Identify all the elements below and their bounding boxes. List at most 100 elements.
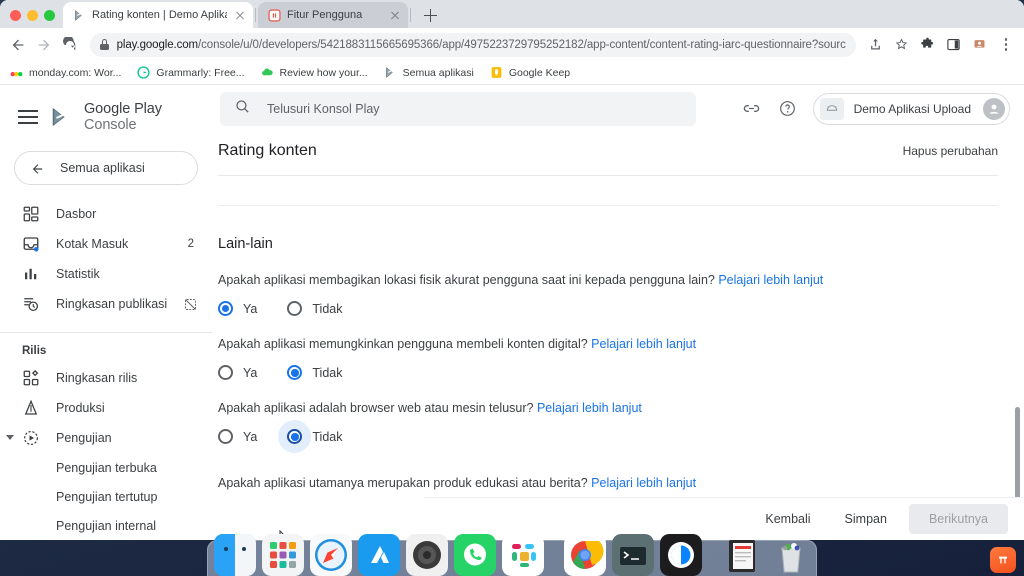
browser-toolbar: play.google.com/console/u/0/developers/5… — [0, 28, 1024, 61]
question-text: Apakah aplikasi adalah browser web atau … — [218, 401, 534, 416]
xcode-icon[interactable] — [358, 534, 400, 576]
radio-button[interactable] — [218, 365, 233, 381]
clear-changes-button[interactable]: Hapus perubahan — [903, 144, 998, 158]
recorder-app-icon[interactable] — [990, 547, 1016, 573]
learn-more-link[interactable]: Pelajari lebih lanjut — [718, 273, 823, 287]
finder-icon[interactable] — [214, 534, 256, 576]
app-name-label: Demo Aplikasi Upload — [853, 101, 971, 116]
link-icon[interactable] — [741, 98, 763, 120]
maximize-window-button[interactable] — [44, 10, 55, 21]
radio-option-ya[interactable]: Ya — [218, 365, 257, 381]
reload-icon[interactable] — [58, 32, 82, 58]
sidebar-item-pengujian-terbuka[interactable]: Pengujian terbuka — [0, 453, 212, 482]
top-bar: Telusuri Konsol Play Demo Aplikasi Uploa… — [212, 85, 1024, 132]
sidebar-item-dasbor[interactable]: Dasbor — [0, 199, 212, 229]
bookmark-item[interactable]: Review how your... — [261, 66, 368, 79]
radio-button[interactable] — [218, 301, 233, 317]
answer-group-3: Ya Tidak — [218, 420, 998, 454]
learn-more-link[interactable]: Pelajari lebih lanjut — [591, 476, 696, 490]
search-input[interactable]: Telusuri Konsol Play — [220, 91, 696, 126]
share-icon[interactable] — [864, 33, 888, 57]
bookmark-label: Semua aplikasi — [402, 66, 474, 79]
sidebar-item-label: Produksi — [56, 401, 105, 415]
app-selector-chip[interactable]: Demo Aplikasi Upload — [812, 92, 1010, 125]
sidebar-item-pengujian[interactable]: Pengujian — [0, 423, 212, 453]
grammarly-icon — [137, 66, 151, 79]
radio-button[interactable] — [287, 301, 303, 317]
bookmark-star-icon[interactable] — [890, 33, 914, 57]
slack-icon[interactable] — [502, 534, 544, 576]
sidebar-item-kotak-masuk[interactable]: Kotak Masuk 2 — [0, 229, 212, 259]
radio-button[interactable] — [287, 365, 303, 381]
sidebar-item-statistik[interactable]: Statistik — [0, 259, 212, 289]
question-text: Apakah aplikasi utamanya merupakan produ… — [218, 476, 588, 491]
forward-icon[interactable] — [32, 32, 56, 58]
close-window-button[interactable] — [10, 10, 21, 21]
scrollable-content[interactable]: Rating konten Hapus perubahan Lain-lain … — [212, 132, 1024, 540]
all-apps-button[interactable]: Semua aplikasi — [14, 151, 198, 185]
learn-more-link[interactable]: Pelajari lebih lanjut — [591, 337, 696, 351]
monday-icon — [10, 66, 23, 79]
launchpad-icon[interactable] — [262, 534, 304, 576]
chevron-down-icon[interactable] — [6, 435, 14, 440]
production-icon — [22, 399, 40, 417]
radio-label: Tidak — [312, 429, 343, 444]
new-tab-button[interactable] — [417, 2, 443, 28]
testing-icon — [22, 429, 40, 447]
release-overview-icon — [22, 369, 40, 387]
radio-button[interactable] — [218, 429, 233, 445]
trash-icon[interactable] — [770, 534, 812, 576]
app-store-dark-icon[interactable] — [406, 534, 448, 576]
bookmark-item[interactable]: Grammarly: Free... — [137, 66, 245, 79]
radio-option-ya[interactable]: Ya — [218, 429, 257, 445]
side-panel-icon[interactable] — [942, 33, 966, 57]
terminal-icon[interactable] — [612, 534, 654, 576]
sidebar-item-pengujian-tertutup[interactable]: Pengujian tertutup — [0, 482, 212, 511]
safari-icon[interactable] — [310, 534, 352, 576]
bookmark-item[interactable]: monday.com: Wor... — [10, 66, 121, 79]
google-keep-icon — [490, 66, 503, 79]
radio-option-tidak[interactable]: Tidak — [278, 420, 343, 454]
sidebar-item-ringkasan-publikasi[interactable]: Ringkasan publikasi — [0, 289, 212, 319]
google-play-logo-icon — [50, 106, 72, 128]
browser-tab-inactive[interactable]: Fitur Pengguna — [258, 2, 408, 28]
sidebar-item-ringkasan-rilis[interactable]: Ringkasan rilis — [0, 363, 212, 393]
publishing-paused-icon — [183, 297, 198, 312]
browser-tab-active[interactable]: Rating konten | Demo Aplikasi — [63, 2, 253, 28]
hamburger-menu-icon[interactable] — [18, 110, 38, 124]
sidebar-subitem-label: Pengujian internal — [56, 518, 157, 533]
close-tab-button[interactable] — [233, 8, 247, 22]
profile-icon[interactable] — [968, 33, 992, 57]
save-button[interactable]: Simpan — [833, 505, 899, 533]
chrome-icon[interactable] — [564, 534, 606, 576]
notes-stack-icon[interactable] — [722, 534, 764, 576]
avatar[interactable] — [983, 97, 1005, 120]
close-tab-button[interactable] — [388, 8, 402, 22]
radio-option-tidak[interactable]: Tidak — [287, 365, 342, 381]
radio-option-tidak[interactable]: Tidak — [287, 301, 342, 317]
whatsapp-icon[interactable] — [454, 534, 496, 576]
bookmark-item[interactable]: Google Keep — [490, 66, 570, 79]
sidebar-item-label: Ringkasan rilis — [56, 371, 138, 385]
play-console-icon — [73, 9, 86, 22]
app-icon — [268, 9, 281, 22]
bookmark-item[interactable]: Semua aplikasi — [384, 66, 474, 79]
extensions-puzzle-icon[interactable] — [916, 33, 940, 57]
radio-option-ya[interactable]: Ya — [218, 301, 257, 317]
help-circle-icon[interactable] — [777, 98, 799, 120]
arrow-left-icon — [29, 162, 46, 174]
sidebar-item-produksi[interactable]: Produksi — [0, 393, 212, 423]
question-2: Apakah aplikasi memungkinkan pengguna me… — [218, 335, 998, 353]
back-button[interactable]: Kembali — [753, 505, 822, 533]
window-controls[interactable] — [8, 10, 63, 28]
sidebar-item-label: Statistik — [56, 267, 100, 281]
back-icon[interactable] — [6, 32, 30, 58]
preview-icon[interactable] — [660, 534, 702, 576]
learn-more-link[interactable]: Pelajari lebih lanjut — [537, 401, 642, 415]
address-bar[interactable]: play.google.com/console/u/0/developers/5… — [89, 32, 856, 57]
menu-kebab-icon[interactable] — [994, 33, 1018, 57]
play-console-icon — [384, 66, 397, 79]
minimize-window-button[interactable] — [27, 10, 38, 21]
question-3: Apakah aplikasi adalah browser web atau … — [218, 399, 998, 417]
sidebar-item-pengujian-internal[interactable]: Pengujian internal — [0, 511, 212, 540]
